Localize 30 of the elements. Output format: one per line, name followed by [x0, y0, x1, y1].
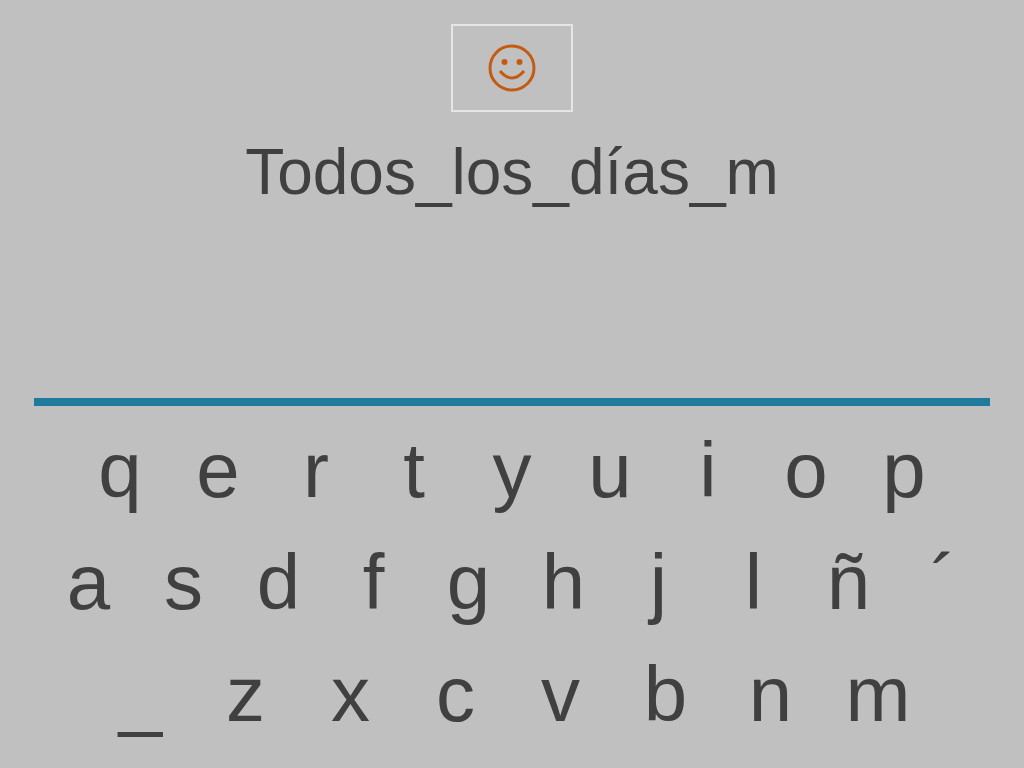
letter-key[interactable]: y: [482, 424, 542, 516]
letter-key[interactable]: n: [740, 648, 801, 740]
letter-key[interactable]: o: [776, 424, 836, 516]
letter-key[interactable]: d: [248, 536, 309, 628]
letter-key[interactable]: x: [320, 648, 381, 740]
letter-key[interactable]: z: [215, 648, 276, 740]
letter-key[interactable]: f: [343, 536, 404, 628]
letter-key[interactable]: a: [58, 536, 119, 628]
letter-key[interactable]: j: [628, 536, 689, 628]
letter-key[interactable]: h: [533, 536, 594, 628]
letter-key[interactable]: g: [438, 536, 499, 628]
letter-key[interactable]: u: [580, 424, 640, 516]
letter-key[interactable]: t: [384, 424, 444, 516]
hint-button[interactable]: [451, 24, 573, 112]
letter-key[interactable]: _: [110, 648, 171, 740]
answer-text: Todos_los_días_m: [245, 135, 779, 210]
letter-key[interactable]: p: [874, 424, 934, 516]
letter-key[interactable]: e: [188, 424, 248, 516]
smiley-icon: [487, 43, 537, 93]
letter-key[interactable]: i: [678, 424, 738, 516]
letter-key[interactable]: l: [723, 536, 784, 628]
letter-key[interactable]: q: [90, 424, 150, 516]
letter-key[interactable]: m: [845, 648, 906, 740]
letter-key[interactable]: b: [635, 648, 696, 740]
letter-key[interactable]: s: [153, 536, 214, 628]
letter-key[interactable]: ´: [913, 536, 974, 628]
letter-key[interactable]: c: [425, 648, 486, 740]
letter-key[interactable]: v: [530, 648, 591, 740]
letter-key[interactable]: r: [286, 424, 346, 516]
letter-key[interactable]: ñ: [818, 536, 879, 628]
